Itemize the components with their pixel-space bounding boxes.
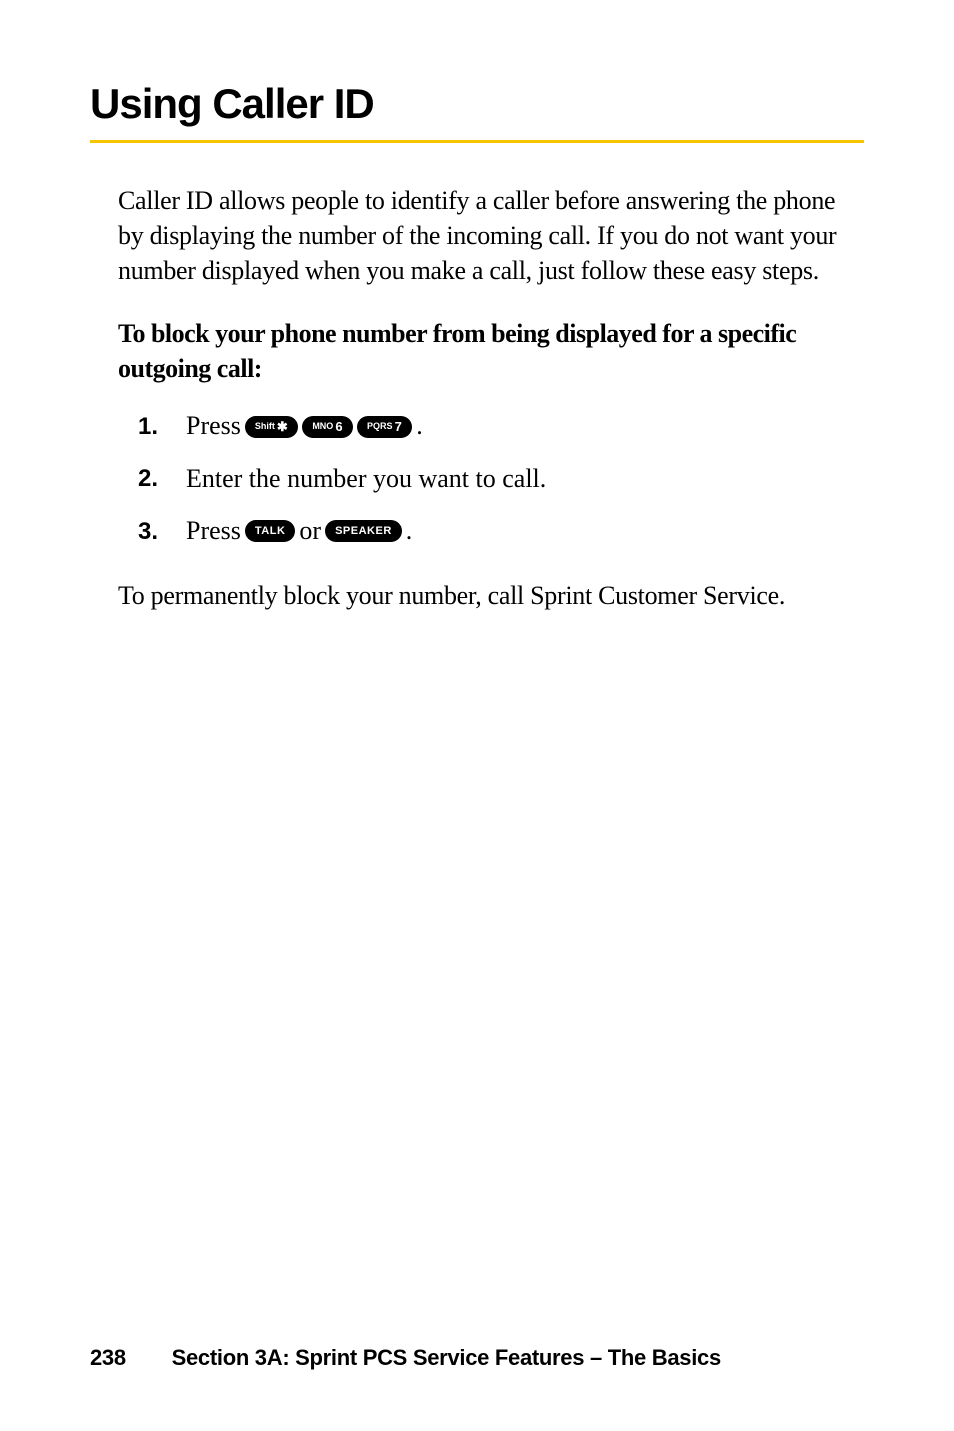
step-text-post: . [416, 408, 423, 444]
step-text-post: . [406, 513, 413, 549]
key-shift-star: Shift ✱ [245, 416, 298, 438]
step-body: Press Shift ✱ MNO 6 PQRS 7 . [186, 408, 423, 444]
step-text-pre: Press [186, 408, 241, 444]
outro-paragraph: To permanently block your number, call S… [118, 578, 864, 613]
steps-list: 1. Press Shift ✱ MNO 6 PQRS 7 . [118, 408, 864, 549]
page-content: Using Caller ID Caller ID allows people … [0, 0, 954, 613]
body-block: Caller ID allows people to identify a ca… [90, 183, 864, 613]
step-body: Press TALK or SPEAKER . [186, 513, 412, 549]
page-number: 238 [90, 1345, 126, 1370]
step-text-pre: Press [186, 513, 241, 549]
page-title: Using Caller ID [90, 80, 864, 128]
step-number: 3. [138, 515, 186, 549]
step-text-mid: or [299, 513, 321, 549]
subheading: To block your phone number from being di… [118, 316, 864, 386]
key-speaker: SPEAKER [325, 520, 402, 542]
key-talk: TALK [245, 520, 296, 542]
key-pqrs-7: PQRS 7 [357, 416, 412, 438]
section-label: Section 3A: Sprint PCS Service Features … [172, 1345, 721, 1370]
step-number: 2. [138, 462, 186, 496]
intro-paragraph: Caller ID allows people to identify a ca… [118, 183, 864, 288]
step-1: 1. Press Shift ✱ MNO 6 PQRS 7 . [138, 408, 864, 444]
step-body: Enter the number you want to call. [186, 461, 546, 497]
key-mno-6: MNO 6 [302, 416, 353, 438]
step-number: 1. [138, 410, 186, 444]
step-2: 2. Enter the number you want to call. [138, 461, 864, 497]
title-underline [90, 140, 864, 143]
page-footer: 238 Section 3A: Sprint PCS Service Featu… [90, 1345, 864, 1371]
step-3: 3. Press TALK or SPEAKER . [138, 513, 864, 549]
